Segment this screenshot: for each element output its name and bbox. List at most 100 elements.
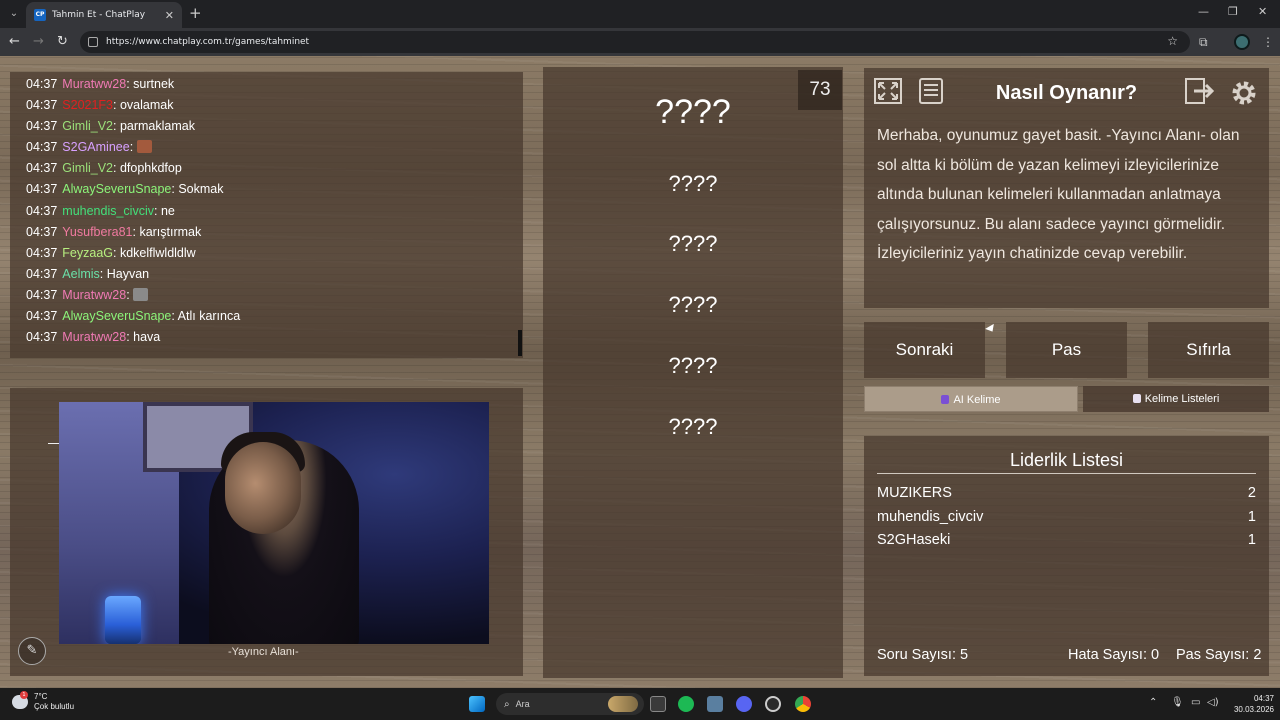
chat-username[interactable]: Muratww28 [62,288,126,302]
forbidden-word: ???? [668,414,718,439]
chat-message: 04:37 muhendis_civciv: ne [26,201,523,222]
chat-username[interactable]: muhendis_civciv [62,204,154,218]
chatplay-favicon-icon: CP [34,9,46,21]
word-lists-button[interactable]: Kelime Listeleri [1083,386,1269,412]
weather-condition: Çok bulutlu [34,702,75,711]
forbidden-word: ???? [668,292,718,317]
obs-icon[interactable] [765,696,781,712]
chat-time: 04:37 [26,203,58,218]
back-icon[interactable]: ← [9,34,20,50]
chat-username[interactable]: FeyzaaG [62,246,113,260]
minimize-icon[interactable]: — [1198,5,1209,18]
chat-username[interactable]: AlwaySeveruSnape [62,309,171,323]
new-tab-icon[interactable]: + [189,5,202,21]
mouse-cursor-icon [985,323,997,335]
reset-button[interactable]: Sıfırla [1148,322,1269,378]
chrome-icon[interactable] [795,696,811,712]
chat-username[interactable]: Muratww28 [62,330,126,344]
leaderboard-row: muhendis_civciv 1 [877,509,1256,525]
browser-tab-bar: ⌄ CP Tahmin Et - ChatPlay ✕ + — ❐ ✕ [0,0,1280,28]
chat-text: dfophkdfop [119,161,182,176]
how-to-play-text: Merhaba, oyunumuz gayet basit. -Yayıncı … [877,127,1240,263]
question-count: Soru Sayısı: 5 [877,647,969,663]
chat-username[interactable]: S2021F3 [62,98,113,112]
forward-icon[interactable]: → [33,34,44,50]
leaderboard-name: muhendis_civciv [877,509,984,525]
streamer-area-label: -Yayıncı Alanı- [228,646,299,658]
browser-tab[interactable]: CP Tahmin Et - ChatPlay ✕ [26,2,182,28]
chat-username[interactable]: S2GAminee [62,140,129,154]
browser-toolbar: ← → ↻ https://www.chatplay.com.tr/games/… [0,28,1280,56]
reload-icon[interactable]: ↻ [57,34,68,50]
address-bar[interactable]: https://www.chatplay.com.tr/games/tahmin… [80,31,1190,53]
next-button[interactable]: Sonraki [864,322,985,378]
network-icon[interactable]: ▭ [1191,697,1200,708]
bookmark-star-icon[interactable]: ☆ [1167,34,1178,48]
chat-username[interactable]: Gimli_V2 [62,161,113,175]
extensions-icon[interactable]: ⧉ [1199,35,1208,49]
spotify-icon[interactable] [678,696,694,712]
weather-widget[interactable]: 1 7°C Çok bulutlu [12,691,75,712]
leaderboard-row: S2GHaseki 1 [877,532,1256,548]
forbidden-word: ???? [668,353,718,378]
task-view-icon[interactable] [650,696,666,712]
chat-username[interactable]: Aelmis [62,267,100,281]
chat-list: 04:37 Muratww28: surtnek 04:37 S2021F3: ova… [26,74,523,348]
app-icon[interactable] [707,696,723,712]
chat-message: 04:37 Muratww28: surtnek [26,74,523,95]
leaderboard-score: 1 [1247,532,1256,548]
chat-separator: : [113,98,120,113]
restore-icon[interactable]: ❐ [1228,5,1238,18]
taskbar-search[interactable]: ⌕ Ara [496,693,644,715]
main-word: ???? [655,93,731,131]
tab-search-icon[interactable]: ⌄ [6,6,22,22]
chat-separator: : [129,140,137,155]
chat-time: 04:37 [26,98,58,113]
chat-time: 04:37 [26,245,58,260]
chat-username[interactable]: Gimli_V2 [62,119,113,133]
chat-separator: : [99,266,107,281]
forbidden-word: ???? [668,231,718,256]
menu-icon[interactable]: ⋮ [1262,35,1274,49]
site-info-icon[interactable] [88,37,98,47]
pencil-icon[interactable]: ✎ [18,637,46,665]
leaderboard-score: 2 [1247,485,1256,501]
exit-icon[interactable] [1182,77,1218,109]
chat-message: 04:37 Aelmis: Hayvan [26,264,523,285]
microphone-icon[interactable]: 🎙 [1171,697,1184,708]
leaderboard-score: 1 [1247,509,1256,525]
chat-text: Sokmak [178,182,224,197]
chat-time: 04:37 [26,309,58,324]
robot-icon [941,395,950,404]
streamer-area: ✎ -Yayıncı Alanı- [10,388,523,676]
settings-gear-icon[interactable] [1226,77,1262,109]
list-icon [1132,394,1141,403]
chat-message: 04:37 Gimli_V2: parmaklamak [26,116,523,137]
profile-avatar[interactable] [1234,34,1250,50]
chat-separator: : [126,287,134,302]
cloud-icon: 1 [12,691,28,709]
windows-start-icon[interactable] [469,696,485,712]
chat-text: Hayvan [106,266,150,281]
close-window-icon[interactable]: ✕ [1258,5,1267,18]
ai-word-button[interactable]: AI Kelime [864,386,1078,412]
chat-scrollbar[interactable] [518,330,522,356]
system-clock[interactable]: 04:37 30.03.2026 [1222,693,1274,715]
chat-text: surtnek [133,77,175,91]
chat-message: 04:37 Gimli_V2: dfophkdfop [26,158,523,179]
clock-date: 30.03.2026 [1233,705,1274,714]
leaderboard-name: S2GHaseki [877,532,951,548]
chat-username[interactable]: Yusufbera81 [62,225,132,239]
pass-button[interactable]: Pas [1006,322,1127,378]
volume-icon[interactable]: ◁) [1207,697,1219,708]
how-to-play-panel: Nasıl Oynanır? Merhaba, oyunumuz gayet b… [864,68,1269,308]
chat-time: 04:37 [26,287,58,302]
chat-username[interactable]: Muratww28 [62,77,126,91]
tray-overflow-icon[interactable]: ⌃ [1149,697,1157,708]
chat-username[interactable]: AlwaySeveruSnape [62,182,171,196]
chat-time: 04:37 [26,119,58,134]
chat-message: 04:37 S2GAminee: [26,137,523,158]
close-tab-icon[interactable]: ✕ [165,9,174,22]
discord-icon[interactable] [736,696,752,712]
leaderboard-row: MUZIKERS 2 [877,485,1256,501]
